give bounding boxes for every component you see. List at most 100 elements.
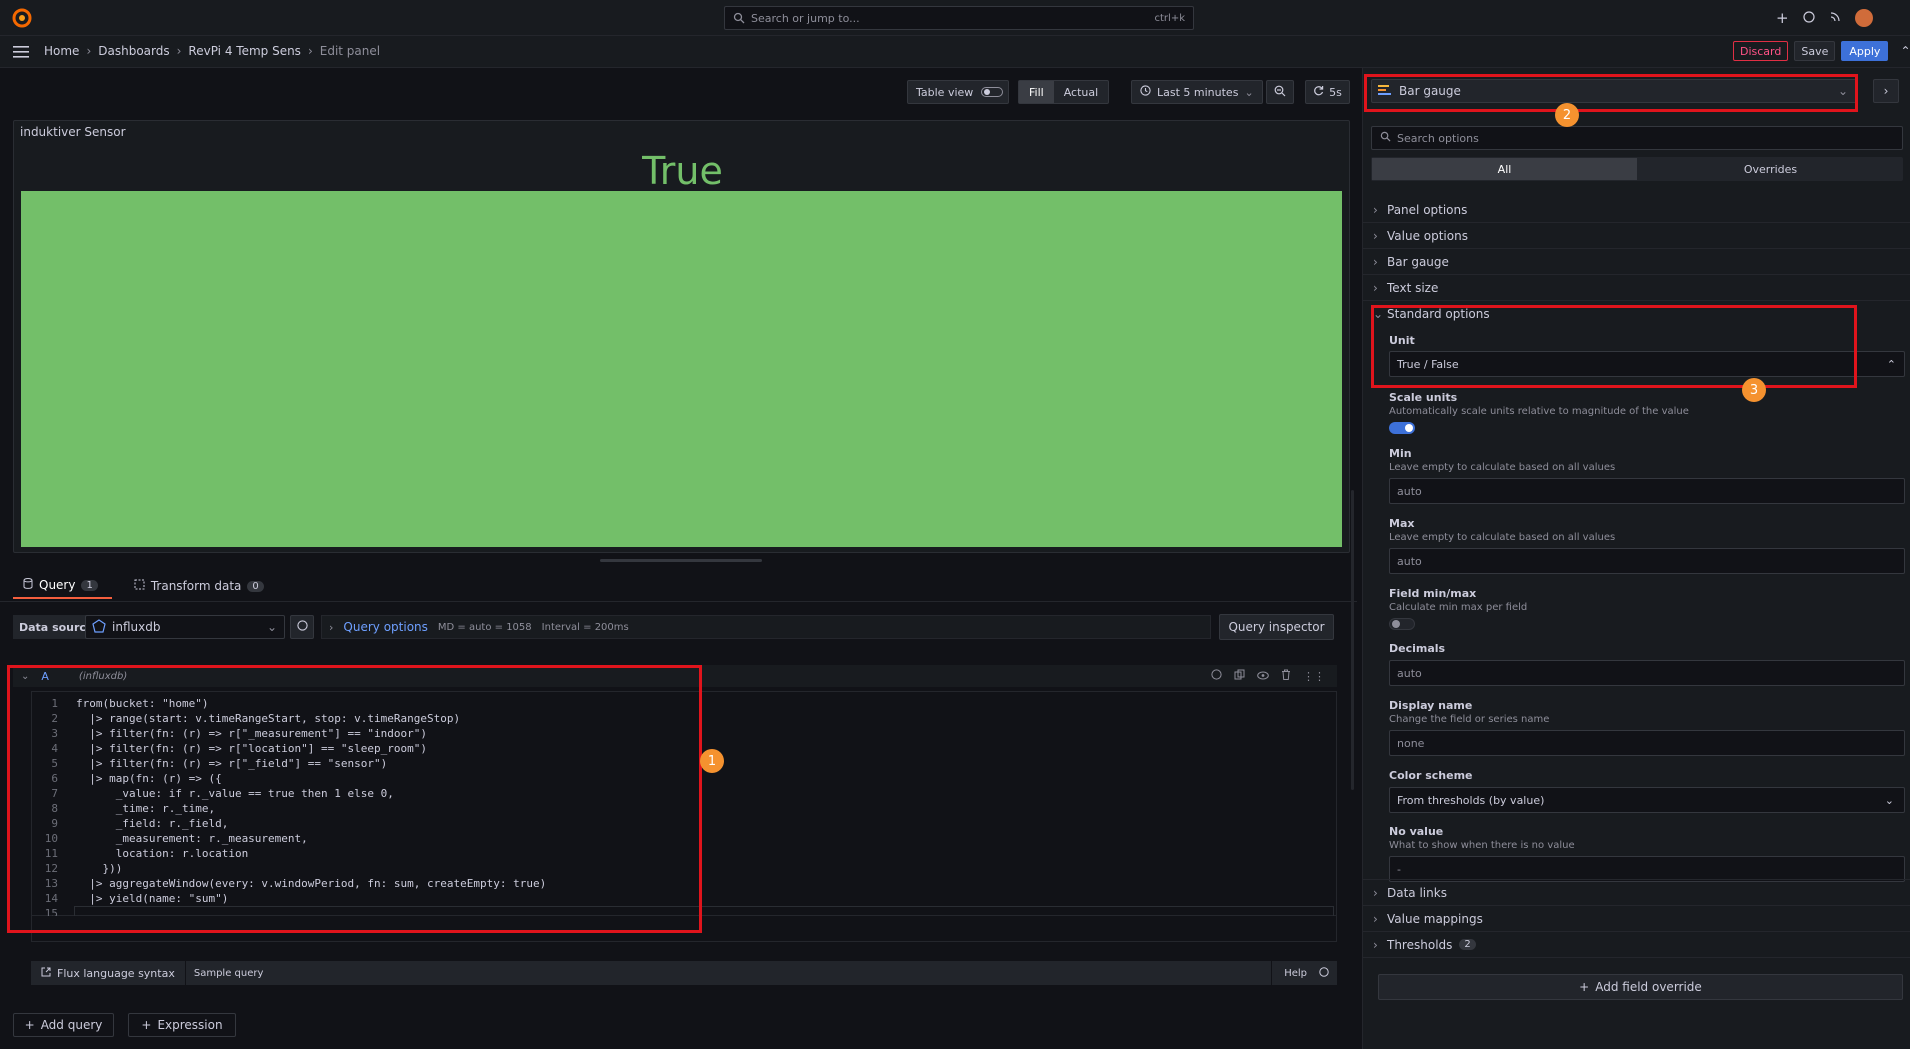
min-input[interactable]: auto	[1389, 478, 1905, 504]
save-button[interactable]: Save	[1794, 41, 1836, 61]
breadcrumb-dashboards[interactable]: Dashboards	[98, 44, 169, 58]
search-icon	[1380, 131, 1391, 145]
data-source-name: influxdb	[112, 620, 161, 634]
max-input[interactable]: auto	[1389, 548, 1905, 574]
table-view-toggle[interactable]: Table view	[907, 80, 1009, 104]
search-shortcut: ctrl+k	[1154, 12, 1185, 24]
breadcrumb-current: Edit panel	[319, 44, 381, 58]
help-link[interactable]: Help	[1272, 968, 1319, 979]
menu-hamburger-icon[interactable]	[13, 45, 29, 62]
time-range-picker[interactable]: Last 5 minutes ⌄	[1131, 80, 1263, 104]
display-name-label: Display name	[1389, 699, 1473, 712]
scale-units-desc: Automatically scale units relative to ma…	[1389, 406, 1689, 417]
zoom-out-button[interactable]	[1266, 80, 1294, 104]
query-help-icon[interactable]	[1211, 669, 1222, 683]
tab-transform-data[interactable]: Transform data 0	[134, 573, 264, 599]
splitter-handle[interactable]	[600, 559, 762, 562]
group-thresholds[interactable]: › Thresholds 2	[1363, 932, 1910, 958]
chevron-right-icon: ›	[1883, 84, 1889, 98]
info-circle-icon[interactable]	[1319, 966, 1329, 980]
global-search-input[interactable]: Search or jump to... ctrl+k	[724, 6, 1194, 30]
tab-all[interactable]: All	[1372, 158, 1637, 180]
add-expression-button[interactable]: + Expression	[128, 1013, 236, 1037]
flux-syntax-link[interactable]: Flux language syntax	[31, 961, 186, 985]
breadcrumb-dashboard[interactable]: RevPi 4 Temp Sens	[188, 44, 301, 58]
time-range-label: Last 5 minutes	[1157, 85, 1239, 99]
data-source-help-button[interactable]	[290, 615, 314, 639]
sample-query-dropdown[interactable]: Sample query	[186, 968, 272, 979]
grafana-logo-icon[interactable]	[12, 8, 32, 28]
group-value-options[interactable]: › Value options	[1363, 223, 1910, 249]
expand-options-button[interactable]: ›	[1873, 79, 1899, 103]
chevron-up-icon: ⌃	[1886, 357, 1896, 371]
max-desc: Leave empty to calculate based on all va…	[1389, 532, 1616, 543]
database-icon	[23, 578, 33, 592]
group-data-links[interactable]: › Data links	[1363, 880, 1910, 906]
options-search-placeholder: Search options	[1397, 131, 1479, 145]
panel-title[interactable]: induktiver Sensor	[20, 125, 126, 139]
breadcrumb-home[interactable]: Home	[44, 44, 79, 58]
table-view-switch[interactable]	[981, 87, 1004, 97]
left-pane-scrollbar[interactable]	[1351, 490, 1354, 790]
group-value-mappings[interactable]: › Value mappings	[1363, 906, 1910, 932]
fill-actual-radio: Fill Actual	[1018, 80, 1110, 104]
field-minmax-switch[interactable]	[1389, 618, 1415, 630]
panel-preview: induktiver Sensor True	[13, 120, 1350, 553]
add-query-button[interactable]: + Add query	[13, 1013, 114, 1037]
annotation-box-visualization	[1364, 74, 1858, 112]
tab-query[interactable]: Query 1	[13, 573, 112, 599]
news-rss-icon[interactable]	[1829, 11, 1841, 26]
query-options-bar[interactable]: › Query options MD = auto = 1058 Interva…	[321, 615, 1211, 639]
display-name-input[interactable]: none	[1389, 730, 1905, 756]
thresholds-count: 2	[1459, 939, 1476, 950]
query-tabs: Query 1 Transform data 0	[13, 573, 264, 599]
data-source-picker[interactable]: influxdb ⌄	[85, 615, 285, 639]
chevron-right-icon: ›	[86, 44, 92, 58]
breadcrumb-bar: Home › Dashboards › RevPi 4 Temp Sens › …	[0, 36, 1910, 68]
hide-query-eye-icon[interactable]	[1257, 669, 1269, 683]
max-label: Max	[1389, 517, 1415, 530]
bar-gauge-value: True	[642, 149, 723, 193]
decimals-input[interactable]: auto	[1389, 660, 1905, 686]
add-field-override-button[interactable]: + Add field override	[1378, 974, 1903, 1000]
drag-handle-icon[interactable]: ⋮⋮	[1303, 670, 1325, 683]
search-icon	[733, 12, 745, 24]
group-text-size[interactable]: › Text size	[1363, 275, 1910, 301]
query-options-link[interactable]: Query options	[343, 620, 427, 634]
tab-query-label: Query	[39, 578, 76, 592]
annotation-badge-3: 3	[1742, 378, 1766, 402]
add-field-override-label: Add field override	[1595, 980, 1702, 994]
apply-button[interactable]: Apply	[1841, 41, 1889, 61]
discard-button[interactable]: Discard	[1733, 41, 1789, 61]
external-link-icon	[41, 967, 51, 980]
tab-transform-label: Transform data	[150, 579, 242, 593]
actual-option[interactable]: Actual	[1054, 81, 1108, 103]
max-data-points: MD = auto = 1058	[437, 621, 532, 633]
collapse-chevron-up-icon[interactable]: ⌃	[1900, 44, 1910, 58]
fill-option[interactable]: Fill	[1019, 81, 1054, 103]
influxdb-icon	[92, 618, 106, 636]
panel-toolbar: Table view Fill Actual Last 5 minutes ⌄ …	[0, 68, 1357, 116]
refresh-picker[interactable]: 5s	[1305, 80, 1350, 104]
tab-overrides[interactable]: Overrides	[1638, 158, 1903, 180]
duplicate-query-icon[interactable]	[1234, 669, 1245, 683]
user-avatar[interactable]	[1854, 9, 1873, 27]
annotation-box-unit	[1371, 305, 1857, 388]
options-search-input[interactable]: Search options	[1371, 126, 1903, 150]
table-view-label: Table view	[916, 85, 974, 99]
help-icon[interactable]	[1802, 10, 1815, 26]
standard-options-content: Unit True / False ⌃ Scale units Automati…	[1389, 334, 1905, 882]
display-name-desc: Change the field or series name	[1389, 714, 1550, 725]
group-panel-options[interactable]: › Panel options	[1363, 197, 1910, 223]
tab-query-count: 1	[81, 579, 98, 591]
color-scheme-label: Color scheme	[1389, 769, 1473, 782]
color-scheme-select[interactable]: From thresholds (by value) ⌄	[1389, 787, 1905, 813]
chevron-down-icon: ⌄	[1244, 85, 1254, 99]
group-bar-gauge[interactable]: › Bar gauge	[1363, 249, 1910, 275]
chevron-right-icon: ›	[329, 620, 334, 634]
scale-units-switch[interactable]	[1389, 422, 1415, 434]
query-inspector-button[interactable]: Query inspector	[1219, 614, 1334, 640]
add-query-label: Add query	[40, 1018, 103, 1032]
delete-query-trash-icon[interactable]	[1281, 669, 1291, 683]
new-plus-icon[interactable]: +	[1776, 9, 1789, 27]
